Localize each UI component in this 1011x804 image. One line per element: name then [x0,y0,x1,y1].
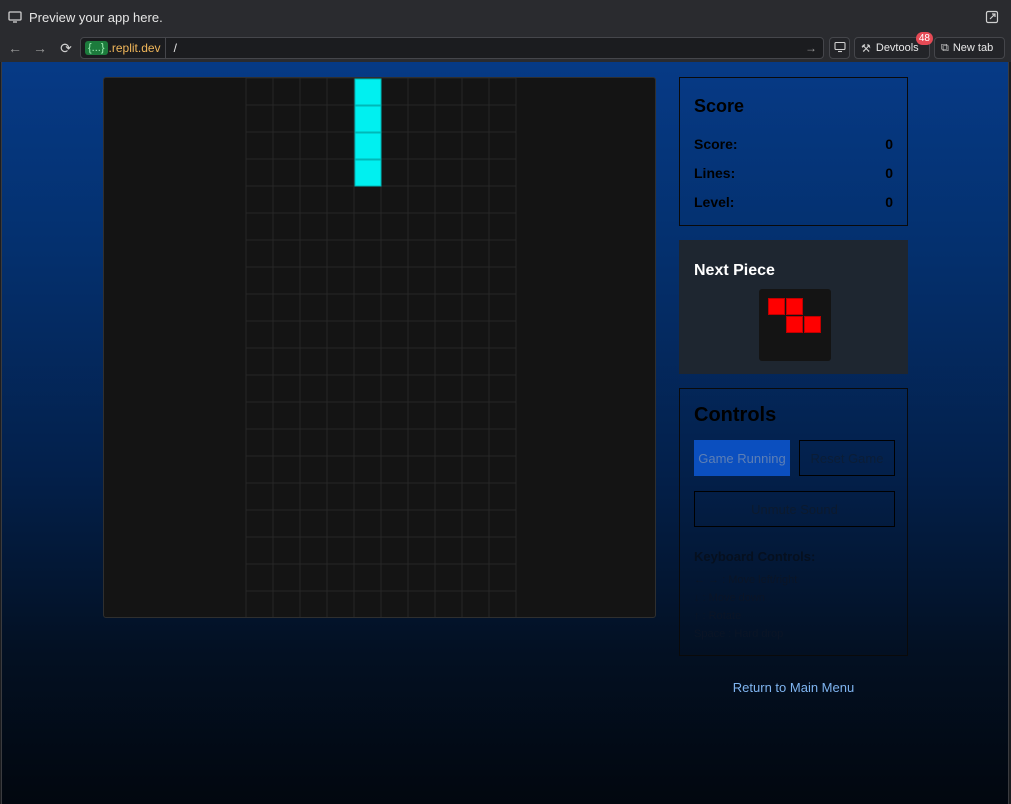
open-external-icon[interactable] [985,10,999,24]
level-row: Level: 0 [694,194,893,210]
return-to-main-menu-link[interactable]: Return to Main Menu [679,680,908,695]
level-value: 0 [885,194,893,210]
keyboard-controls-title: Keyboard Controls: [694,549,816,564]
preview-title: Preview your app here. [29,9,163,25]
lines-value: 0 [885,165,893,181]
external-link-icon: ⧉ [941,41,949,54]
preview-titlebar: Preview your app here. [0,0,1011,34]
url-host: {...} .replit.dev [81,38,166,58]
keyboard-hint-move: ← → : Move left/right [694,574,798,586]
devtools-label: Devtools [875,42,919,54]
next-piece-title: Next Piece [694,262,775,279]
devtools-button[interactable]: ⚒ Devtools 48 [854,32,933,59]
score-value: 0 [885,136,893,152]
lines-label: Lines: [694,165,736,181]
score-label: Score: [694,136,738,152]
navigation-bar: ← → ⟳ {...} .replit.dev / → ⚒ Devtools 4… [0,32,1011,62]
url-badge: {...} [85,41,108,55]
game-board[interactable] [103,77,656,618]
new-tab-label: New tab [952,42,994,54]
wrench-icon: ⚒ [861,42,871,55]
device-icon [833,41,846,56]
keyboard-hint-drop: Space : Hard drop [694,628,784,640]
monitor-icon [8,10,22,24]
game-running-button[interactable]: Game Running [694,440,790,476]
next-piece-block [768,298,785,315]
unmute-sound-button[interactable]: Unmute Sound [694,491,895,527]
keyboard-hint-down: ↓ : Move down [694,592,765,604]
board-canvas [245,78,517,617]
reload-icon[interactable]: ⟳ [55,37,77,59]
level-label: Level: [694,194,735,210]
keyboard-hint-rotate: ↑ : Rotate [694,610,742,622]
device-toggle-button[interactable] [829,37,850,59]
score-title: Score [694,96,745,116]
next-piece-block [786,316,803,333]
url-path[interactable]: / [166,41,823,55]
url-domain: .replit.dev [108,41,161,55]
url-bar[interactable]: {...} .replit.dev / → [80,37,824,59]
active-piece-block [354,78,382,106]
next-piece-preview [759,289,831,361]
devtools-count-badge: 48 [915,32,933,45]
controls-panel: Controls Game Running Reset Game Unmute … [679,388,908,656]
app-viewport: Score Score: 0 Lines: 0 Level: 0 Next Pi… [1,62,1009,804]
go-arrow-icon[interactable]: → [805,41,817,55]
active-piece-block [354,132,382,160]
score-row: Score: 0 [694,136,893,152]
active-piece-block [354,105,382,133]
next-piece-block [804,316,821,333]
score-panel: Score Score: 0 Lines: 0 Level: 0 [679,77,908,226]
controls-title: Controls [694,404,777,426]
next-piece-block [786,298,803,315]
next-piece-panel: Next Piece [679,240,908,374]
lines-row: Lines: 0 [694,165,893,181]
active-piece-block [354,159,382,187]
forward-arrow-icon[interactable]: → [29,37,51,59]
back-arrow-icon[interactable]: ← [4,37,26,59]
new-tab-button[interactable]: ⧉ New tab [934,37,1005,59]
reset-game-button[interactable]: Reset Game [799,440,895,476]
